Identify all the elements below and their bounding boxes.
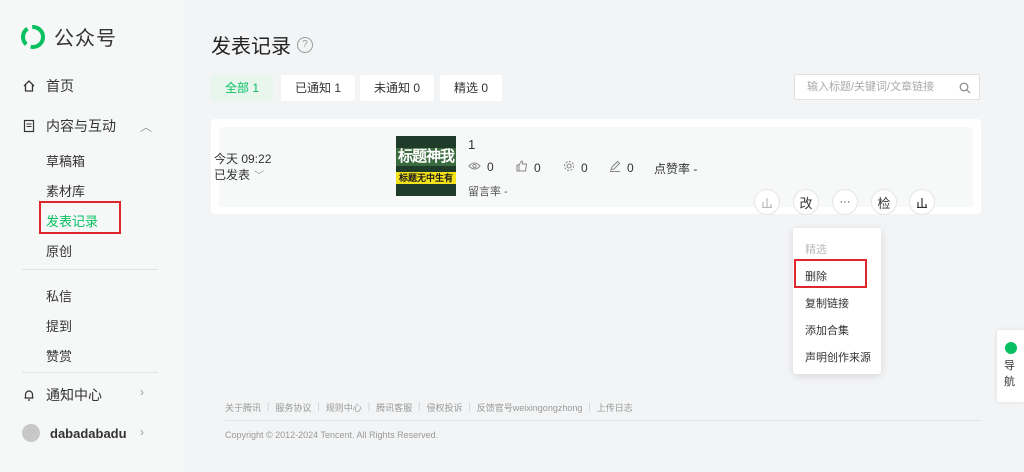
stat-likes: 0 [516, 160, 541, 175]
stat-shares: 0 [563, 160, 588, 175]
highlight-box [794, 259, 867, 288]
thumbs-up-icon [516, 160, 528, 175]
chevron-right-icon[interactable]: › [140, 385, 144, 399]
article-card-inner [219, 127, 973, 207]
publish-status-label: 已发表 [214, 168, 251, 182]
footer-link[interactable]: 上传日志 [597, 401, 633, 414]
sidebar-item-messages[interactable]: 私信 [46, 286, 72, 305]
main-content: 发表记录 ? 全部 1 已通知 1 未通知 0 精选 0 今天 09:22 已发… [184, 0, 1024, 472]
tab-all[interactable]: 全部 1 [211, 75, 274, 101]
bar-chart-icon [917, 198, 927, 208]
bell-icon [22, 388, 36, 402]
pen-icon [609, 160, 621, 175]
stat-like-rate: 点赞率 - [654, 160, 697, 177]
sidebar-item-label: 首页 [46, 78, 74, 94]
copyright: Copyright © 2012-2024 Tencent. All Right… [225, 430, 439, 440]
chevron-right-icon[interactable]: › [140, 425, 144, 439]
footer-link[interactable]: 关于腾讯 [225, 401, 261, 414]
sidebar-item-label: 内容与互动 [46, 118, 116, 134]
sidebar-item-original[interactable]: 原创 [46, 241, 72, 260]
edit-button[interactable]: 改 [793, 189, 819, 215]
article-thumbnail[interactable]: 标题神我 标题无中生有 [396, 136, 456, 196]
stat-value: 0 [627, 160, 634, 175]
document-icon [22, 119, 36, 133]
logo[interactable]: 公众号 [20, 22, 117, 51]
page-title: 发表记录 ? [211, 30, 313, 59]
thumbnail-text: 标题神我 [396, 148, 456, 166]
menu-item-feature: 精选 [805, 244, 827, 256]
footer-link[interactable]: 腾讯客服 [376, 401, 412, 414]
footer-link[interactable]: 规则中心 [326, 401, 362, 414]
wechat-mp-logo-icon [21, 24, 45, 49]
footer-link[interactable]: 反馈官号weixingongzhong [477, 401, 583, 414]
sidebar: 公众号 首页 内容与互动 ︿ 草稿箱 素材库 发表记录 原创 私信 提到 赞赏 … [0, 0, 184, 472]
stat-label: 点赞率 - [654, 162, 698, 176]
brand-name: 公众号 [54, 28, 117, 50]
stat-value: 0 [581, 160, 588, 175]
sidebar-item-rewards[interactable]: 赞赏 [46, 346, 72, 365]
thumbnail-subtext: 标题无中生有 [396, 172, 456, 184]
stat-value: 0 [487, 160, 494, 174]
user-account[interactable]: dabadabadu [22, 424, 127, 442]
menu-item-add-collection[interactable]: 添加合集 [805, 322, 849, 338]
footer-links: 关于腾讯 | 服务协议 | 规则中心 | 腾讯客服 | 侵权投诉 | 反馈官号weixin… [225, 401, 633, 414]
check-button[interactable]: 检 [871, 189, 897, 215]
eye-icon [468, 160, 481, 174]
article-card [211, 119, 981, 214]
highlight-box [39, 201, 121, 234]
stats-button[interactable] [909, 189, 935, 215]
chevron-up-icon[interactable]: ︿ [140, 118, 152, 135]
search-icon[interactable] [959, 81, 971, 99]
publish-time: 今天 09:22 [214, 152, 272, 166]
page-title-text: 发表记录 [211, 36, 291, 58]
tab-notified[interactable]: 已通知 1 [281, 75, 356, 101]
footer-divider [225, 420, 981, 421]
sidebar-item-notifications[interactable]: 通知中心 [22, 385, 102, 405]
menu-item-copy-link[interactable]: 复制链接 [805, 295, 849, 311]
tab-not-notified[interactable]: 未通知 0 [360, 75, 435, 101]
avatar [22, 424, 40, 442]
comment-rate: 留言率 - [468, 186, 508, 198]
search-box[interactable] [794, 74, 980, 100]
stat-value: 0 [534, 160, 541, 175]
help-icon[interactable]: ? [297, 36, 313, 53]
sidebar-item-materials[interactable]: 素材库 [46, 181, 85, 200]
stat-reads: 0 [468, 160, 494, 174]
sidebar-item-home[interactable]: 首页 [22, 76, 74, 96]
divider [22, 372, 158, 373]
tab-featured[interactable]: 精选 0 [440, 75, 503, 101]
data-chart-button-disabled[interactable] [754, 189, 780, 215]
floating-nav-label: 导航 [1004, 360, 1015, 388]
article-title[interactable]: 1 [468, 137, 475, 152]
user-name: dabadabadu [50, 425, 127, 441]
gear-icon [563, 160, 575, 175]
more-button[interactable]: ··· [832, 189, 858, 215]
floating-nav[interactable]: 导航 [997, 330, 1024, 402]
divider [22, 269, 158, 270]
sidebar-item-content[interactable]: 内容与互动 [22, 116, 116, 136]
search-input[interactable] [795, 80, 959, 94]
sidebar-item-drafts[interactable]: 草稿箱 [46, 151, 85, 170]
footer-link[interactable]: 侵权投诉 [426, 401, 462, 414]
bar-chart-icon [762, 198, 772, 208]
footer-link[interactable]: 服务协议 [275, 401, 311, 414]
stat-comments: 0 [609, 160, 634, 175]
publish-status[interactable]: 已发表 ﹀ [214, 166, 264, 183]
navigation-icon [1005, 342, 1017, 354]
menu-item-declare-source[interactable]: 声明创作来源 [805, 349, 871, 365]
home-icon [22, 79, 36, 93]
chevron-down-icon: ﹀ [254, 171, 265, 182]
more-menu: 精选 删除 复制链接 添加合集 声明创作来源 [793, 228, 881, 374]
sidebar-item-label: 通知中心 [46, 387, 102, 403]
sidebar-item-mentions[interactable]: 提到 [46, 316, 72, 335]
